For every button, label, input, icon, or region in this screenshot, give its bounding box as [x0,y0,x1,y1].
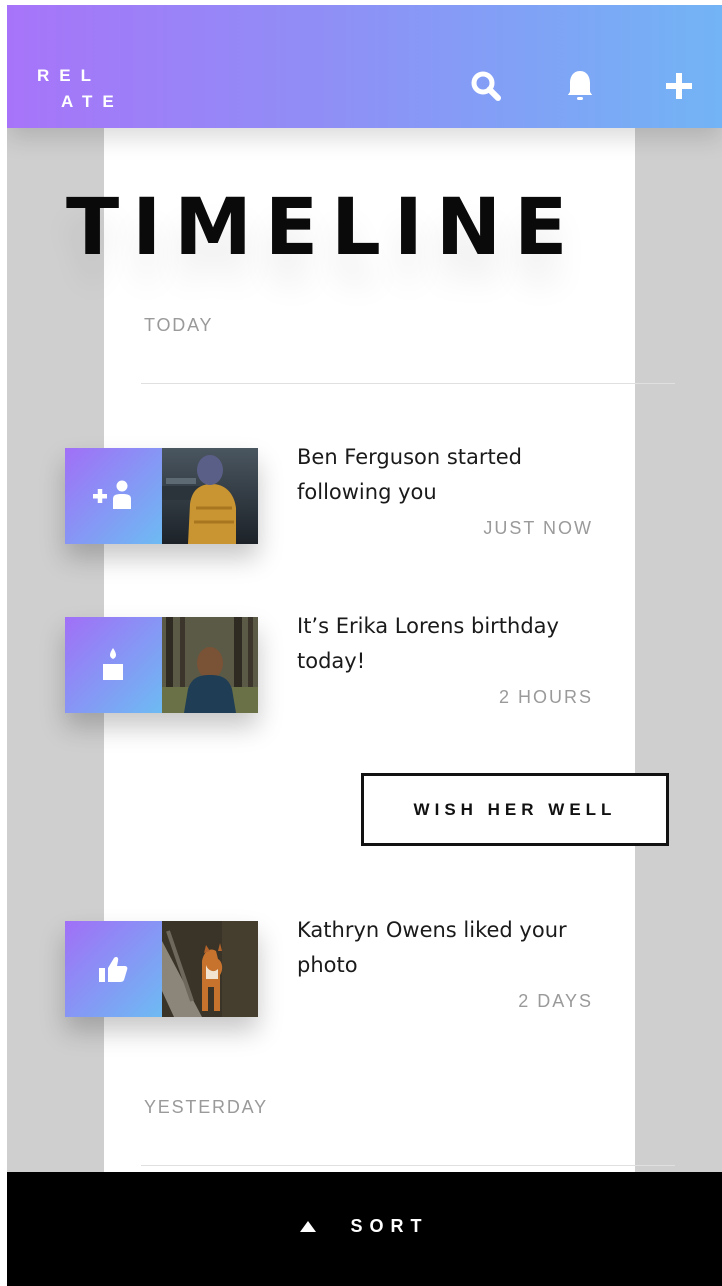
logo-line-2: ATE [61,92,124,111]
notification-type-badge [65,617,162,713]
divider [141,1165,675,1166]
plus-icon[interactable] [662,69,696,103]
avatar-photo [162,921,258,1017]
app-logo[interactable]: REL ATE [37,63,124,115]
wish-her-well-button[interactable]: WISH HER WELL [361,773,669,846]
notification-text: Ben Ferguson started following you [297,445,523,504]
avatar-photo [162,448,258,544]
bell-icon[interactable] [563,69,597,103]
notification-time: 2 HOURS [498,687,593,707]
divider [141,383,675,384]
page-title: TIMELINE [66,183,581,273]
section-label-yesterday: YESTERDAY [144,1097,268,1117]
notification-thumbnail [65,448,258,544]
search-icon[interactable] [469,69,503,103]
sort-bar: SORT [7,1172,722,1286]
notification-type-badge [65,448,162,544]
notification-item[interactable]: Ben Ferguson started following you JUST … [65,445,675,544]
app-frame: REL ATE TIMELINE TODAY Ben Ferguson star… [7,5,722,1286]
notification-time: 2 DAYS [518,991,593,1011]
add-user-icon [93,480,131,509]
notification-item[interactable]: Kathryn Owens liked your photo 2 DAYS [65,918,675,1017]
caret-up-icon [300,1220,317,1232]
sort-label: SORT [350,1215,429,1236]
app-header: REL ATE [7,5,722,128]
notification-thumbnail [65,921,258,1017]
notification-type-badge [65,921,162,1017]
notification-text: It’s Erika Lorens birthday today! [297,614,559,673]
notification-item[interactable]: It’s Erika Lorens birthday today! 2 HOUR… [65,614,675,713]
logo-line-1: REL [37,66,101,85]
notification-time: JUST NOW [483,518,593,538]
sort-button[interactable]: SORT [300,1216,428,1237]
notification-text: Kathryn Owens liked your photo [297,918,567,977]
notification-thumbnail [65,617,258,713]
thumbs-up-icon [99,957,128,982]
birthday-candle-icon [103,648,123,680]
avatar-photo [162,617,258,713]
section-label-today: TODAY [144,315,214,335]
